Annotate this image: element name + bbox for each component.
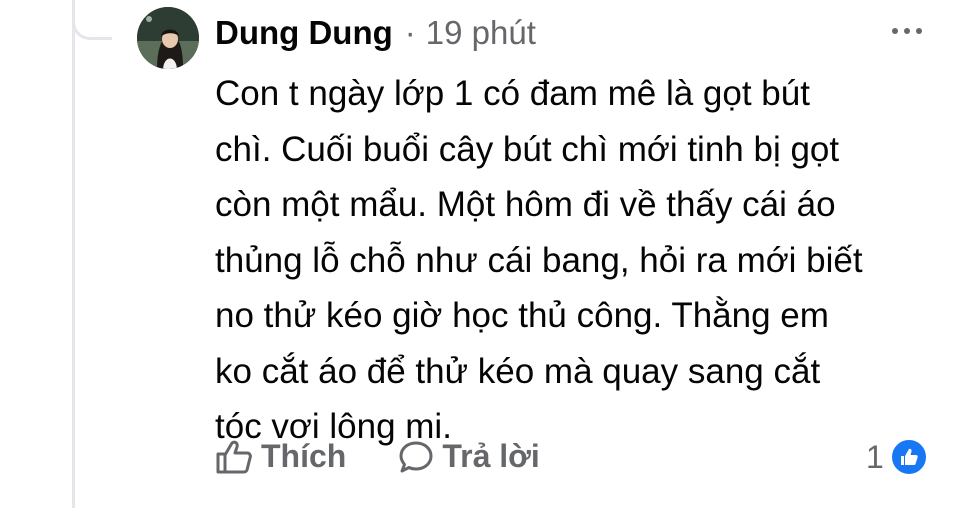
- comment-header: Dung Dung · 19 phút: [215, 14, 536, 52]
- comment-line: chì. Cuối buổi cây bút chì mới tinh bị g…: [215, 129, 840, 169]
- comment-line: no thử kéo giờ học thủ công. Thằng em: [215, 296, 829, 335]
- thumbs-up-icon: [216, 440, 252, 473]
- author-name[interactable]: Dung Dung: [215, 14, 393, 52]
- avatar[interactable]: [137, 7, 199, 69]
- like-reaction-icon: [889, 438, 928, 476]
- thread-line: [72, 0, 75, 508]
- separator-dot: ·: [404, 14, 416, 51]
- reaction-summary[interactable]: 1: [866, 438, 928, 476]
- more-options-icon[interactable]: [892, 28, 922, 34]
- reply-label: Trả lời: [442, 438, 540, 474]
- reply-button[interactable]: Trả lời: [398, 438, 540, 475]
- comment-line: Con t ngày lớp 1 có đam mê là gọt bút: [215, 74, 810, 113]
- speech-bubble-icon: [399, 441, 433, 472]
- comment-line: còn một mẩu. Một hôm đi về thấy cái áo: [215, 185, 836, 224]
- like-button[interactable]: Thích: [215, 438, 346, 475]
- avatar-image: [137, 7, 199, 69]
- comment-line: ko cắt áo để thử kéo mà quay sang cắt: [215, 351, 821, 391]
- reaction-count: 1: [866, 438, 884, 475]
- timestamp[interactable]: 19 phút: [426, 14, 536, 52]
- like-label: Thích: [261, 438, 347, 474]
- comment-body: Con t ngày lớp 1 có đam mê là gọt bút ch…: [215, 66, 915, 455]
- thread-connector: [72, 0, 112, 40]
- comment-line: thủng lỗ chỗ như cái bang, hỏi ra mới bi…: [215, 240, 863, 280]
- comment-actions: Thích Trả lời: [215, 438, 540, 475]
